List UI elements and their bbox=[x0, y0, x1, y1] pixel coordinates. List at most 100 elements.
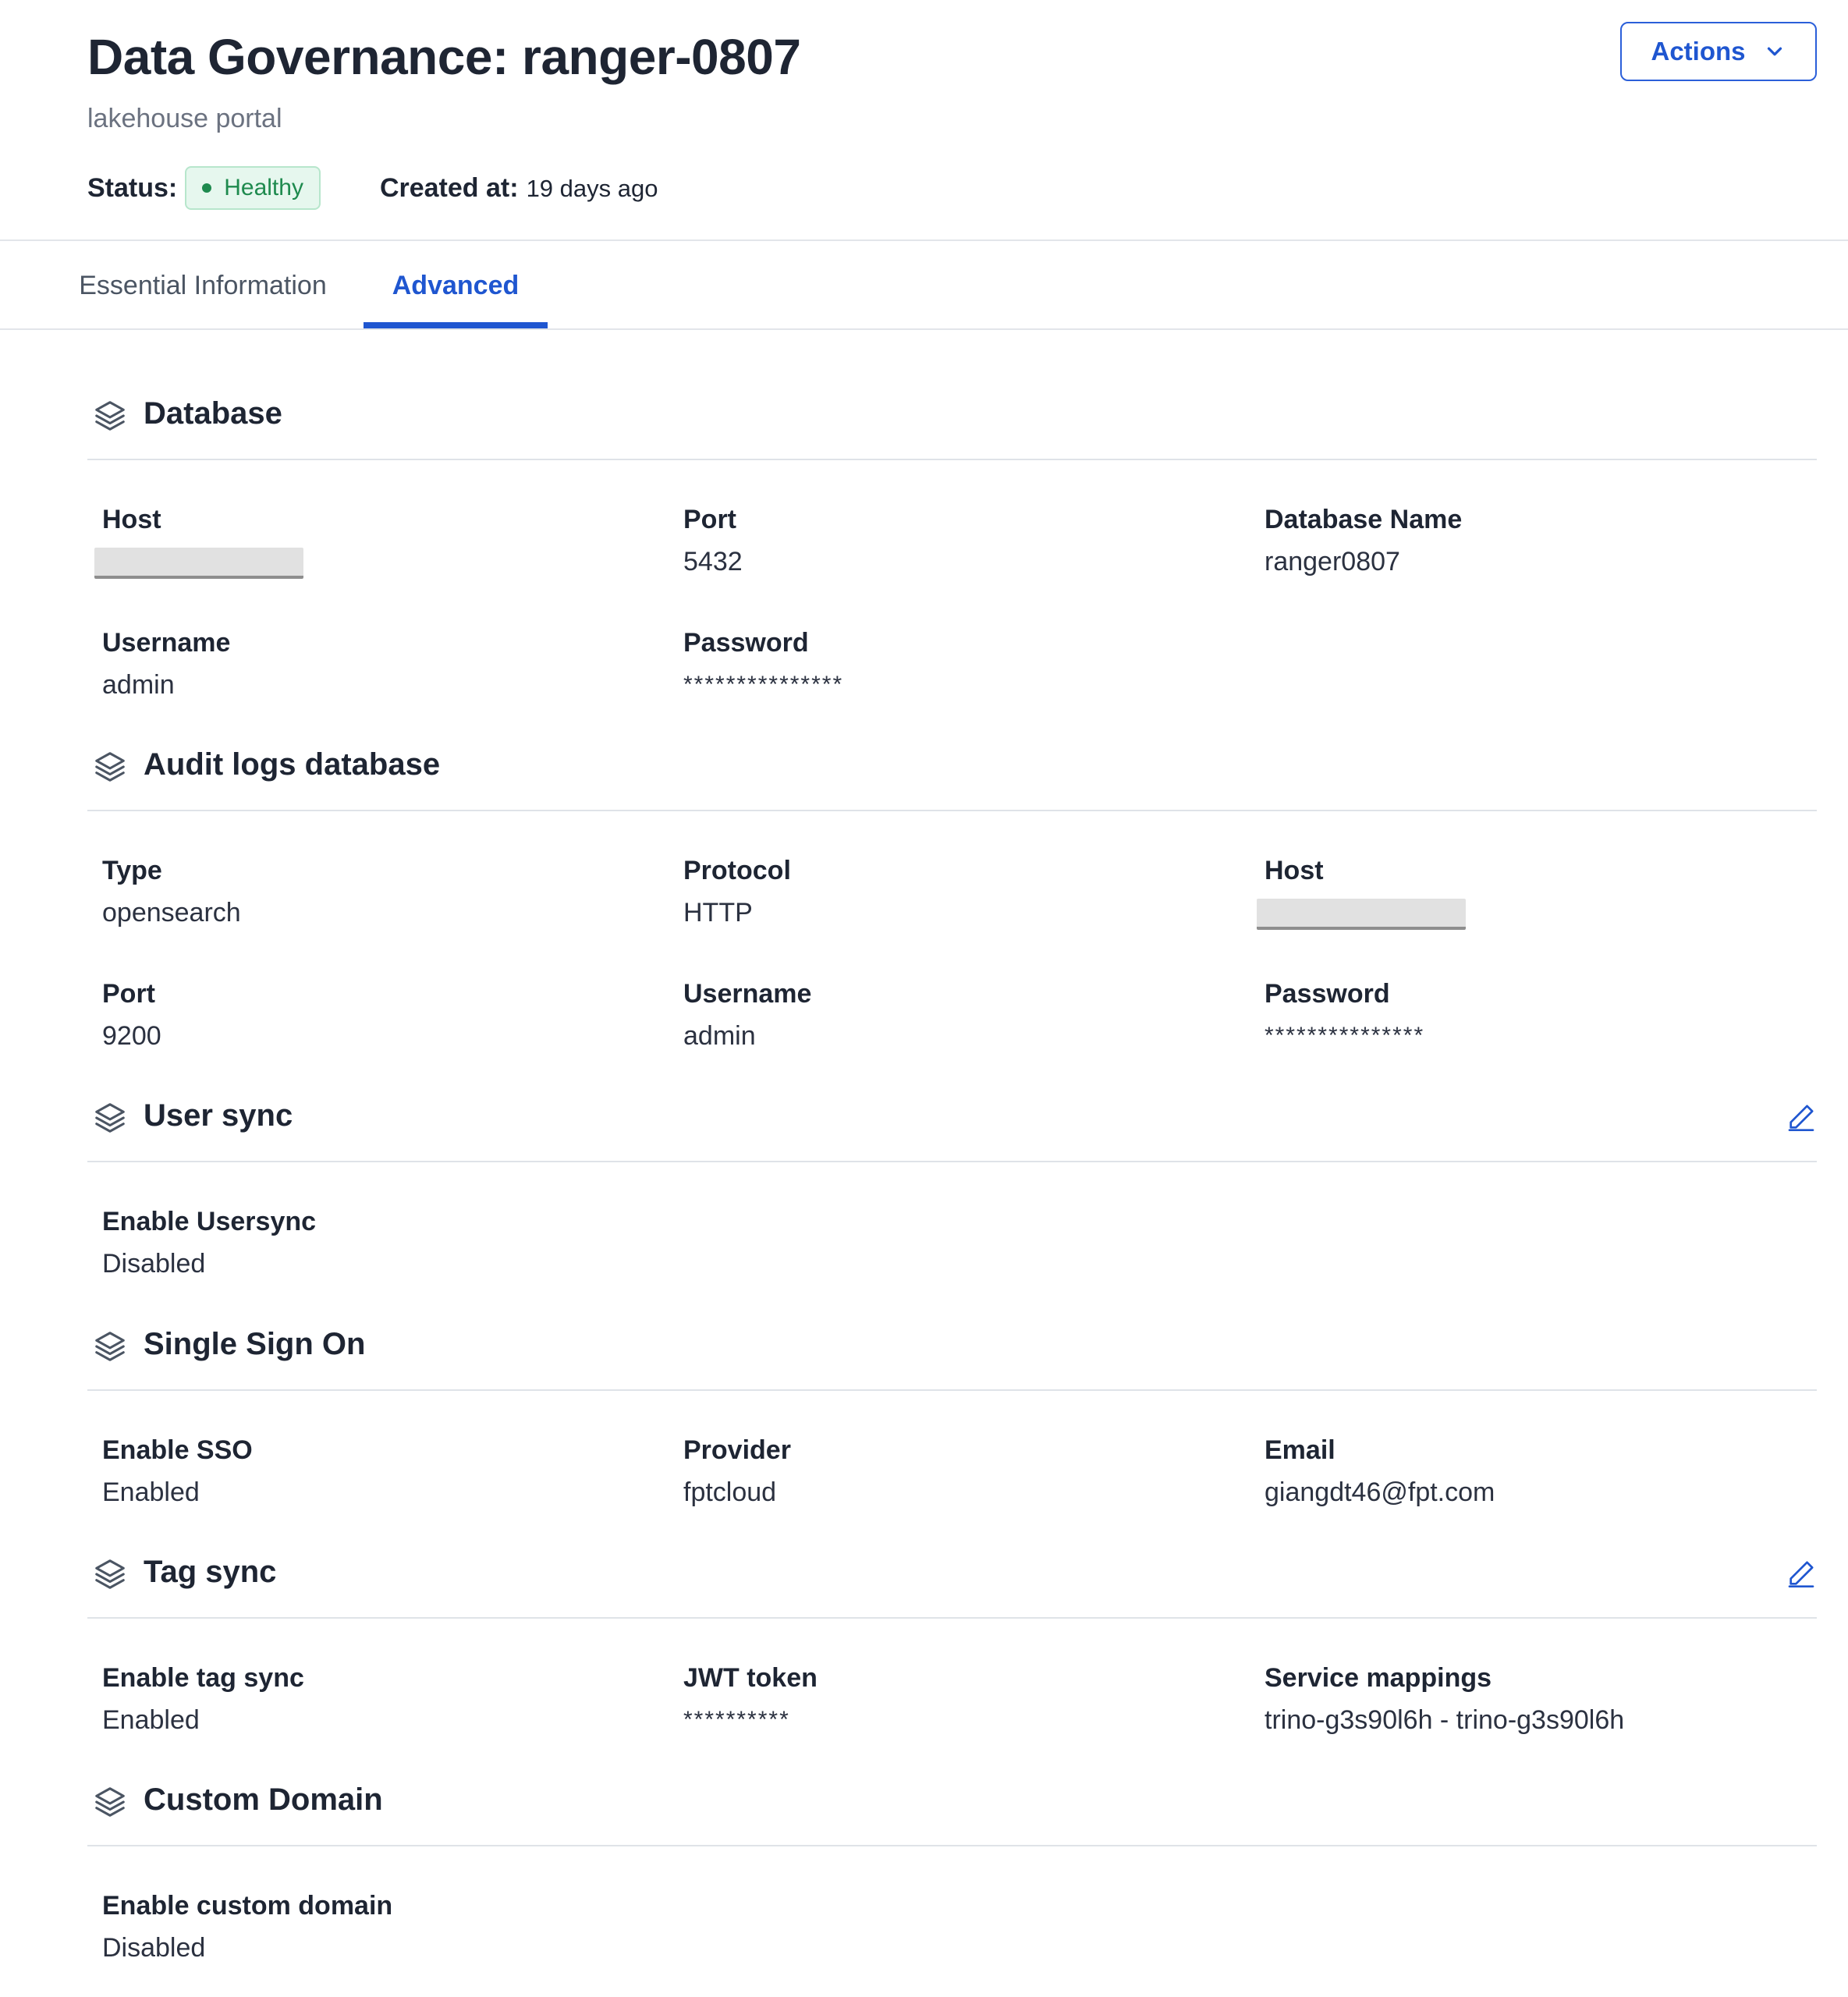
field-value: Enabled bbox=[102, 1705, 200, 1735]
tabs-divider bbox=[0, 328, 1848, 330]
redacted-value bbox=[1257, 899, 1466, 930]
field-label: Password bbox=[1265, 979, 1390, 1009]
field-label: Database Name bbox=[1265, 505, 1463, 534]
field-value: trino-g3s90l6h - trino-g3s90l6h bbox=[1265, 1705, 1625, 1735]
field-sso-email: Email giangdt46@fpt.com bbox=[1265, 1435, 1811, 1508]
pencil-icon[interactable] bbox=[1786, 1558, 1817, 1589]
field-value: Enabled bbox=[102, 1477, 200, 1507]
page-subtitle: lakehouse portal bbox=[87, 104, 282, 133]
field-value: 9200 bbox=[102, 1021, 161, 1051]
field-label: Provider bbox=[683, 1435, 791, 1465]
field-value: admin bbox=[683, 1021, 756, 1051]
field-label: Service mappings bbox=[1265, 1663, 1492, 1693]
field-value: ********** bbox=[683, 1707, 790, 1733]
section-divider bbox=[87, 1389, 1817, 1391]
field-db-name: Database Name ranger0807 bbox=[1265, 504, 1811, 577]
field-label: Username bbox=[102, 628, 231, 658]
field-value: opensearch bbox=[102, 898, 241, 928]
section-title: Custom Domain bbox=[144, 1782, 383, 1817]
section-user-sync: User sync bbox=[87, 1094, 1817, 1140]
active-tab-indicator bbox=[364, 322, 548, 328]
layers-icon bbox=[95, 752, 125, 782]
field-label: Password bbox=[683, 628, 809, 658]
section-custom-domain: Custom Domain bbox=[87, 1778, 1817, 1825]
field-label: Host bbox=[102, 505, 161, 534]
field-label: JWT token bbox=[683, 1663, 818, 1693]
status-dot-icon bbox=[202, 183, 212, 193]
redacted-value bbox=[94, 548, 303, 579]
field-audit-host: Host bbox=[1257, 855, 1811, 930]
layers-icon bbox=[95, 1103, 125, 1133]
field-label: Username bbox=[683, 979, 812, 1009]
field-label: Email bbox=[1265, 1435, 1335, 1465]
field-label: Enable custom domain bbox=[102, 1891, 393, 1921]
layers-icon bbox=[95, 1332, 125, 1361]
field-enable-custom-domain: Enable custom domain Disabled bbox=[102, 1890, 648, 1963]
section-title: Tag sync bbox=[144, 1555, 277, 1589]
field-audit-protocol: Protocol HTTP bbox=[683, 855, 1229, 928]
section-title: Audit logs database bbox=[144, 747, 441, 782]
field-value: 5432 bbox=[683, 547, 743, 576]
section-divider bbox=[87, 1161, 1817, 1162]
tab-advanced[interactable]: Advanced bbox=[364, 241, 548, 330]
field-value: *************** bbox=[683, 672, 844, 697]
created-at: Created at: 19 days ago bbox=[380, 173, 658, 204]
field-value: *************** bbox=[1265, 1023, 1425, 1048]
field-label: Protocol bbox=[683, 856, 791, 885]
field-label: Port bbox=[102, 979, 155, 1009]
section-divider bbox=[87, 1845, 1817, 1846]
field-audit-port: Port 9200 bbox=[102, 978, 648, 1052]
created-label: Created at: bbox=[379, 172, 519, 203]
field-audit-type: Type opensearch bbox=[102, 855, 648, 928]
status-value: Healthy bbox=[224, 175, 303, 200]
actions-button[interactable]: Actions bbox=[1620, 22, 1817, 81]
section-divider bbox=[87, 1617, 1817, 1619]
status-badge: Healthy bbox=[185, 166, 321, 210]
field-value: HTTP bbox=[683, 898, 753, 928]
field-enable-usersync: Enable Usersync Disabled bbox=[102, 1206, 648, 1279]
tab-bar: Essential Information Advanced bbox=[0, 241, 1848, 330]
field-label: Enable SSO bbox=[102, 1435, 253, 1465]
meta-row: Status: Healthy Created at: 19 days ago bbox=[87, 165, 658, 211]
field-db-host: Host bbox=[94, 504, 648, 579]
field-label: Enable tag sync bbox=[102, 1663, 304, 1693]
tab-essential-information[interactable]: Essential Information bbox=[47, 241, 359, 330]
actions-button-label: Actions bbox=[1651, 37, 1746, 66]
field-label: Port bbox=[683, 505, 736, 534]
field-enable-sso: Enable SSO Enabled bbox=[102, 1435, 648, 1508]
field-label: Type bbox=[102, 856, 162, 885]
field-value: ranger0807 bbox=[1265, 547, 1400, 576]
field-db-port: Port 5432 bbox=[683, 504, 1229, 577]
field-value: giangdt46@fpt.com bbox=[1265, 1477, 1495, 1507]
pencil-icon[interactable] bbox=[1786, 1101, 1817, 1133]
field-jwt-token: JWT token ********** bbox=[683, 1662, 1229, 1736]
layers-icon bbox=[95, 401, 125, 431]
section-divider bbox=[87, 459, 1817, 460]
field-enable-tag-sync: Enable tag sync Enabled bbox=[102, 1662, 648, 1736]
chevron-down-icon bbox=[1767, 47, 1782, 56]
section-title: Single Sign On bbox=[144, 1327, 366, 1361]
page-title: Data Governance: ranger-0807 bbox=[87, 29, 801, 85]
field-label: Host bbox=[1265, 856, 1324, 885]
field-value: Disabled bbox=[102, 1249, 206, 1279]
page: Data Governance: ranger-0807 lakehouse p… bbox=[0, 0, 1848, 1997]
section-audit-logs: Audit logs database bbox=[87, 743, 1817, 789]
section-divider bbox=[87, 810, 1817, 811]
field-label: Enable Usersync bbox=[102, 1207, 317, 1236]
layers-icon bbox=[95, 1787, 125, 1817]
field-audit-password: Password *************** bbox=[1265, 978, 1811, 1052]
field-value: fptcloud bbox=[683, 1477, 777, 1507]
status-label: Status: bbox=[87, 172, 178, 203]
field-service-mappings: Service mappings trino-g3s90l6h - trino-… bbox=[1265, 1662, 1811, 1736]
section-database: Database bbox=[87, 392, 1817, 438]
created-value: 19 days ago bbox=[526, 174, 658, 202]
field-value: admin bbox=[102, 670, 175, 700]
field-value: Disabled bbox=[102, 1933, 206, 1963]
field-db-username: Username admin bbox=[102, 627, 648, 701]
section-title: Database bbox=[144, 396, 282, 431]
field-audit-username: Username admin bbox=[683, 978, 1229, 1052]
layers-icon bbox=[95, 1559, 125, 1589]
section-single-sign-on: Single Sign On bbox=[87, 1322, 1817, 1369]
field-db-password: Password *************** bbox=[683, 627, 1229, 701]
page-header: Data Governance: ranger-0807 lakehouse p… bbox=[0, 0, 1848, 240]
